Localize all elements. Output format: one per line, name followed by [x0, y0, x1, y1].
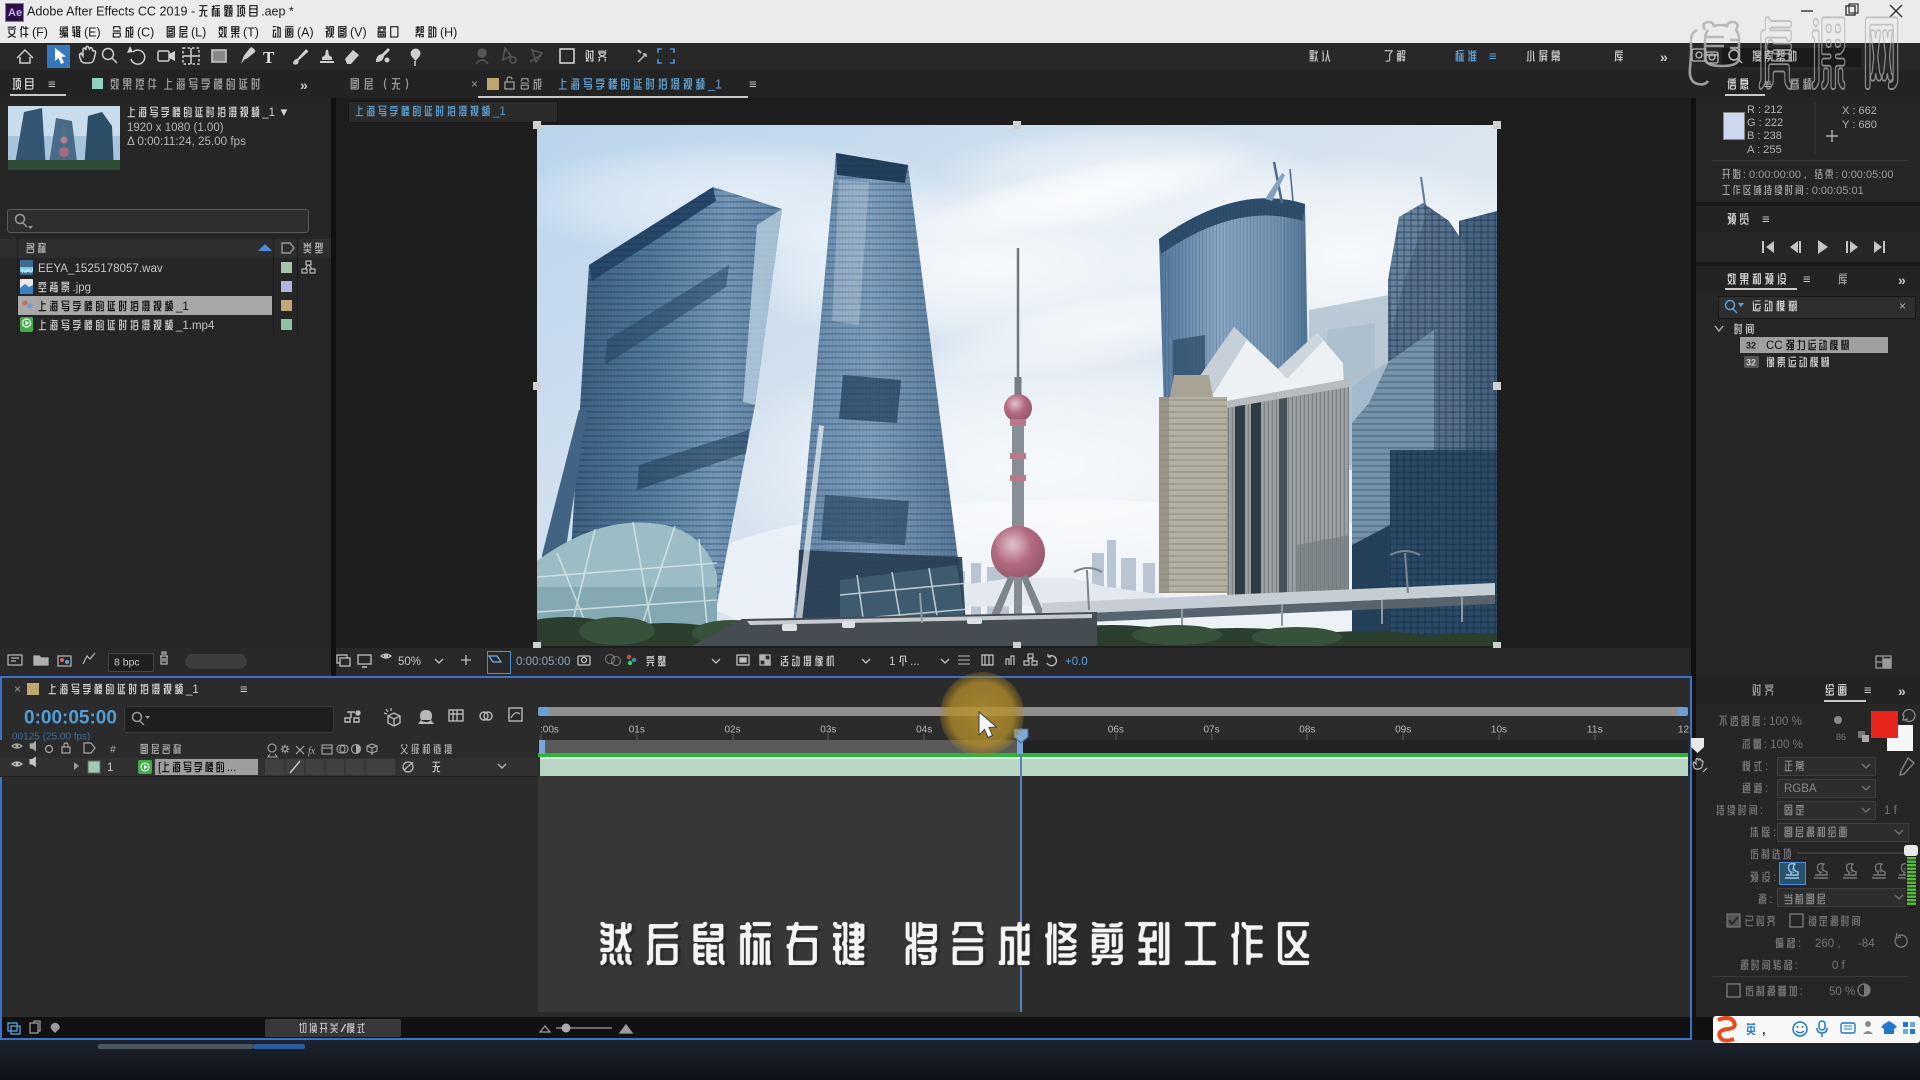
svg-text:×: × — [1899, 299, 1906, 313]
svg-text:12: 12 — [1678, 725, 1690, 736]
svg-text:WAV: WAV — [21, 269, 33, 275]
svg-text:(V): (V) — [350, 25, 367, 39]
svg-text:_1.mp4: _1.mp4 — [175, 320, 215, 332]
svg-text:02s: 02s — [725, 725, 741, 736]
svg-text:08s: 08s — [1299, 725, 1315, 736]
svg-text::: : — [1773, 872, 1776, 884]
svg-text:50%: 50% — [398, 656, 421, 668]
svg-text:(F): (F) — [32, 25, 48, 39]
svg-text:≡: ≡ — [240, 682, 248, 697]
svg-text:50 %: 50 % — [1829, 986, 1855, 998]
svg-text:≡: ≡ — [48, 77, 56, 92]
svg-text:X : 662: X : 662 — [1842, 105, 1877, 117]
svg-text:03s: 03s — [820, 725, 836, 736]
svg-text:Adobe After Effects CC 2019 -: Adobe After Effects CC 2019 - — [27, 4, 195, 18]
svg-text::00s: :00s — [540, 725, 559, 736]
svg-text:...: ... — [910, 656, 920, 668]
svg-text:»: » — [1660, 49, 1668, 65]
svg-text:09s: 09s — [1395, 725, 1411, 736]
svg-text:01s: 01s — [629, 725, 645, 736]
svg-text:: 100 %: : 100 % — [1764, 739, 1803, 751]
svg-text:(L): (L) — [191, 25, 206, 39]
svg-text:≡: ≡ — [1762, 212, 1770, 227]
svg-text:_1: _1 — [175, 301, 189, 313]
svg-text:.jpg: .jpg — [73, 282, 92, 294]
svg-text:86: 86 — [1836, 732, 1846, 742]
svg-text::: : — [1800, 986, 1803, 998]
svg-text:...: ... — [227, 762, 237, 774]
svg-text:1: 1 — [1791, 868, 1795, 875]
svg-text:(E): (E) — [84, 25, 101, 39]
svg-text:≡: ≡ — [749, 77, 757, 92]
svg-text::: : — [1765, 761, 1768, 773]
svg-text:_1 ▼: _1 ▼ — [261, 107, 289, 119]
svg-text::: : — [1765, 783, 1768, 795]
svg-text:×: × — [471, 77, 478, 91]
svg-text:T: T — [263, 48, 275, 67]
svg-text:(H): (H) — [440, 25, 457, 39]
svg-text:1: 1 — [889, 656, 895, 668]
svg-text:: 0:00:05:01: : 0:00:05:01 — [1806, 185, 1864, 197]
svg-text:00125 (25.00 fps): 00125 (25.00 fps) — [12, 732, 90, 743]
svg-text:(A): (A) — [297, 25, 314, 39]
svg-text::: : — [1770, 894, 1773, 906]
svg-text:#: # — [110, 744, 116, 756]
svg-text::: : — [1795, 960, 1798, 972]
svg-text:8 bpc: 8 bpc — [114, 657, 140, 669]
svg-text:»: » — [1898, 272, 1906, 288]
svg-text:2: 2 — [1820, 868, 1824, 875]
svg-text:: 100 %: : 100 % — [1763, 716, 1802, 728]
svg-text:0:00:05:00: 0:00:05:00 — [24, 708, 117, 729]
svg-text:A : 255: A : 255 — [1747, 144, 1782, 156]
svg-text:_1: _1 — [185, 684, 199, 696]
svg-text:04s: 04s — [916, 725, 932, 736]
svg-text:≡: ≡ — [1803, 272, 1811, 287]
svg-text::: : — [1773, 827, 1776, 839]
svg-text:0:00:05:00: 0:00:05:00 — [516, 656, 570, 668]
svg-text:G : 222: G : 222 — [1747, 117, 1783, 129]
svg-text:B : 238: B : 238 — [1747, 130, 1782, 142]
svg-text:≡: ≡ — [1864, 683, 1872, 698]
svg-text:: 0:00:00:00: : 0:00:00:00 — [1743, 169, 1801, 181]
svg-text::: : — [1798, 938, 1801, 950]
svg-text:07s: 07s — [1204, 725, 1220, 736]
svg-text:1920 x 1080 (1.00): 1920 x 1080 (1.00) — [127, 122, 224, 134]
svg-text:(T): (T) — [243, 25, 259, 39]
svg-text:»: » — [300, 77, 308, 93]
svg-text:fx: fx — [308, 746, 316, 757]
svg-text:4: 4 — [1878, 868, 1882, 875]
svg-text:11s: 11s — [1587, 725, 1603, 736]
svg-text:_1: _1 — [492, 106, 506, 118]
svg-text:.aep *: .aep * — [261, 4, 294, 18]
svg-text:260 ,: 260 , — [1815, 938, 1841, 950]
svg-text:[: [ — [158, 762, 162, 774]
svg-text:32: 32 — [1746, 358, 1756, 368]
svg-text:,: , — [1762, 1022, 1766, 1037]
svg-text:: 0:00:05:00: : 0:00:05:00 — [1835, 169, 1893, 181]
svg-text:RGBA: RGBA — [1784, 783, 1817, 795]
svg-text:×: × — [14, 682, 21, 696]
svg-text:06s: 06s — [1108, 725, 1124, 736]
svg-text::: : — [1760, 805, 1763, 817]
svg-text:32: 32 — [1746, 341, 1756, 351]
svg-text:1: 1 — [107, 762, 113, 774]
svg-text:Δ 0:00:11:24, 25.00 fps: Δ 0:00:11:24, 25.00 fps — [127, 136, 246, 148]
svg-text:1 f: 1 f — [1884, 805, 1898, 817]
svg-text:EEYA_1525178057.wav: EEYA_1525178057.wav — [38, 263, 163, 275]
svg-text:R : 212: R : 212 — [1747, 104, 1782, 116]
svg-text:-84: -84 — [1858, 938, 1875, 950]
svg-text:10s: 10s — [1491, 725, 1507, 736]
svg-text:+0.0: +0.0 — [1065, 656, 1088, 668]
svg-text:CC: CC — [1766, 340, 1783, 352]
svg-text:0 f: 0 f — [1832, 960, 1846, 972]
svg-text:Y : 680: Y : 680 — [1842, 119, 1877, 131]
svg-text:_1: _1 — [707, 77, 722, 91]
svg-text:Ae: Ae — [8, 7, 22, 19]
svg-text:»: » — [1898, 683, 1906, 699]
svg-text:3: 3 — [1849, 868, 1853, 875]
svg-text:(C): (C) — [137, 25, 154, 39]
svg-text:≡: ≡ — [1489, 49, 1497, 64]
